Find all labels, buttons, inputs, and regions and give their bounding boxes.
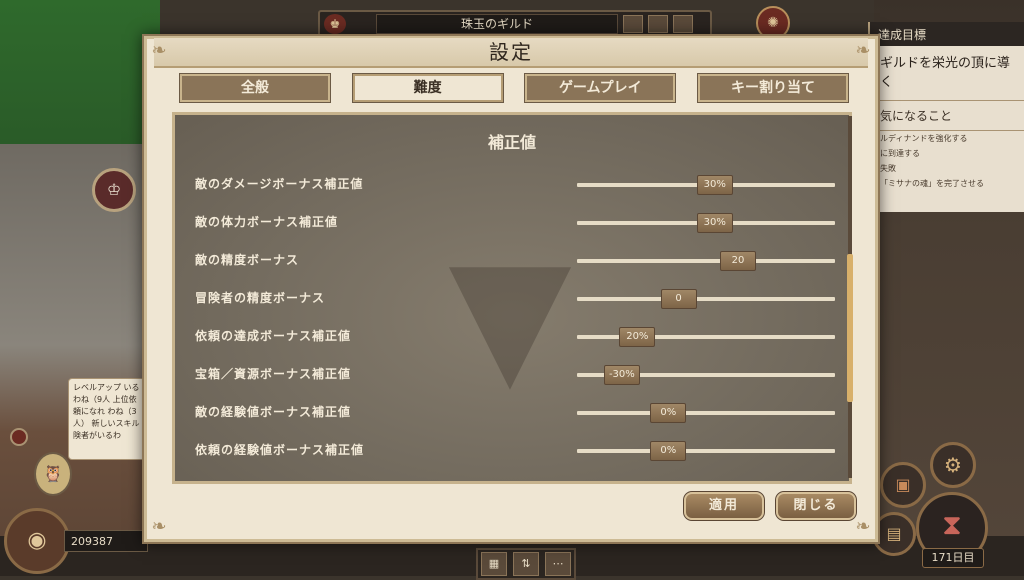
guild-name: 珠玉のギルド — [376, 14, 618, 34]
slider-handle[interactable]: 30% — [696, 175, 733, 195]
more-icon[interactable]: ⋯ — [545, 552, 571, 576]
inventory-slot[interactable] — [673, 15, 693, 33]
dialog-titlebar: 設定 — [154, 38, 868, 68]
slider-handle[interactable]: 0 — [660, 289, 697, 309]
concern-item: ルディナンドを強化する — [880, 134, 968, 143]
concern-item: 失敗 — [880, 164, 896, 173]
slider-handle[interactable]: 0% — [650, 441, 687, 461]
concerns-header: 気になること — [870, 100, 1024, 131]
modifier-label: 敵のダメージボーナス補正値 — [195, 177, 364, 191]
modifier-row: 敵の精度ボーナス 20 — [193, 249, 843, 273]
tab-keybindings[interactable]: キー割り当て — [696, 73, 849, 103]
gear-icon[interactable]: ⚙ — [930, 442, 976, 488]
modifier-label: 依頼の経験値ボーナス補正値 — [195, 443, 365, 457]
tab-gameplay[interactable]: ゲームプレイ — [524, 73, 677, 103]
bottom-toolbar: ▦ ⇅ ⋯ — [476, 548, 576, 580]
slider-handle[interactable]: 0% — [650, 403, 687, 423]
slider-handle[interactable]: 30% — [696, 213, 733, 233]
concern-item: 「ミサナの魂」を完了させる — [880, 179, 984, 188]
modifier-label: 敵の体力ボーナス補正値 — [195, 215, 339, 229]
corner-ornament-icon: ❧ — [151, 516, 167, 537]
sort-icon[interactable]: ⇅ — [513, 552, 539, 576]
advisor-message: レベルアップ いるわね（9人 上位依頼になれ わね（3人） 新しいスキル 険者が… — [68, 378, 146, 460]
grid-icon[interactable]: ▦ — [481, 552, 507, 576]
modifier-row: 敵の経験値ボーナス補正値 0% — [193, 401, 843, 425]
modifier-label: 宝箱／資源ボーナス補正値 — [195, 367, 352, 381]
close-button[interactable]: 閉じる — [775, 491, 857, 521]
objective-header: 達成目標 — [870, 22, 1024, 46]
notification-dot-icon[interactable] — [10, 428, 28, 446]
modifier-row: 敵の体力ボーナス補正値 30% — [193, 211, 843, 235]
slider-handle[interactable]: -30% — [603, 365, 640, 385]
slider-track[interactable] — [577, 335, 835, 339]
corner-ornament-icon: ❧ — [855, 516, 871, 537]
owl-advisor-icon[interactable]: 🦉 — [34, 452, 72, 496]
inventory-slot[interactable] — [648, 15, 668, 33]
objective-text: ギルドを栄光の頂に導く — [880, 56, 1011, 90]
slider-handle[interactable]: 20 — [719, 251, 756, 271]
slider-track[interactable] — [577, 297, 835, 301]
slider-handle[interactable]: 20% — [619, 327, 656, 347]
emblem-watermark-icon: ▼ — [448, 221, 572, 408]
modifier-label: 敵の精度ボーナス — [195, 253, 300, 267]
gold-amount: 209387 — [64, 530, 148, 552]
apply-button[interactable]: 適用 — [683, 491, 765, 521]
slider-track[interactable] — [577, 259, 835, 263]
slider-track[interactable] — [577, 411, 835, 415]
dialog-title: 設定 — [489, 40, 533, 64]
tab-general[interactable]: 全般 — [179, 73, 331, 103]
crest-icon[interactable]: ♚ — [324, 14, 346, 34]
modifier-label: 敵の経験値ボーナス補正値 — [195, 405, 352, 419]
modifier-row: 冒険者の精度ボーナス 0 — [193, 287, 843, 311]
modifier-label: 依頼の達成ボーナス補正値 — [195, 329, 352, 343]
corner-ornament-icon: ❧ — [151, 40, 167, 61]
modifier-label: 冒険者の精度ボーナス — [195, 291, 326, 305]
concern-item: に到達する — [880, 149, 920, 158]
modifier-row: 依頼の達成ボーナス補正値 20% — [193, 325, 843, 349]
tab-difficulty[interactable]: 難度 — [351, 73, 504, 103]
objective-panel: 達成目標 ギルドを栄光の頂に導く 気になること ルディナンドを強化する に到達す… — [868, 22, 1024, 212]
scrollbar-thumb[interactable] — [847, 254, 853, 402]
modifier-row: 依頼の経験値ボーナス補正値 0% — [193, 439, 843, 463]
gold-coins-icon: ◉ — [4, 508, 70, 574]
modifier-row: 敵のダメージボーナス補正値 30% — [193, 173, 843, 197]
modifier-row: 宝箱／資源ボーナス補正値 -30% — [193, 363, 843, 387]
section-title: 補正値 — [487, 133, 536, 152]
corner-ornament-icon: ❧ — [855, 40, 871, 61]
map-icon[interactable]: ▣ — [880, 462, 926, 508]
settings-tabs: 全般 難度 ゲームプレイ キー割り当て — [179, 73, 849, 104]
modifiers-panel: ▼ 補正値 敵のダメージボーナス補正値 30% 敵の体力ボーナス補正値 30% … — [172, 112, 852, 484]
settings-dialog: 設定 ❧ ❧ ❧ ❧ 全般 難度 ゲームプレイ キー割り当て ▼ 補正値 敵のダ… — [142, 34, 880, 544]
inventory-slot[interactable] — [623, 15, 643, 33]
day-counter: 171日目 — [922, 548, 984, 568]
location-pin-icon[interactable]: ♔ — [92, 168, 136, 212]
background-map-left — [0, 0, 160, 576]
slider-track[interactable] — [577, 449, 835, 453]
